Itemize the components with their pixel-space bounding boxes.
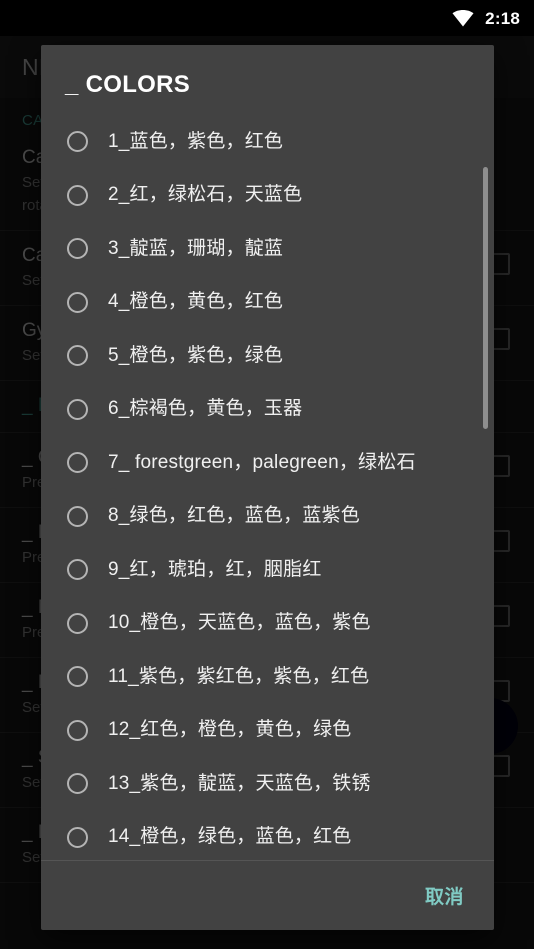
radio-button-icon[interactable]: [67, 238, 88, 260]
dialog-option-label: 14_橙色，绿色，蓝色，红色: [108, 826, 352, 848]
dialog-option-label: 6_棕褐色，黄色，玉器: [108, 398, 303, 420]
wifi-icon: [452, 9, 474, 26]
dialog-option-row[interactable]: 6_棕褐色，黄色，玉器: [41, 383, 494, 437]
dialog-option-row[interactable]: 10_橙色，天蓝色，蓝色，紫色: [41, 597, 494, 651]
dialog-option-row[interactable]: 11_紫色，紫红色，紫色，红色: [41, 650, 494, 704]
dialog-action-bar: 取消: [41, 861, 494, 930]
scrollbar-track[interactable]: [483, 115, 491, 860]
radio-button-icon[interactable]: [67, 666, 88, 688]
dialog-option-label: 10_橙色，天蓝色，蓝色，紫色: [108, 612, 371, 634]
dialog-option-row[interactable]: 1_蓝色，紫色，红色: [41, 115, 494, 169]
dialog-option-label: 3_靛蓝，珊瑚，靛蓝: [108, 237, 284, 259]
dialog-option-row[interactable]: 13_紫色，靛蓝，天蓝色，铁锈: [41, 757, 494, 811]
radio-button-icon[interactable]: [67, 719, 88, 741]
dialog-option-row[interactable]: 3_靛蓝，珊瑚，靛蓝: [41, 222, 494, 276]
dialog-option-row[interactable]: 14_橙色，绿色，蓝色，红色: [41, 811, 494, 861]
dialog-option-row[interactable]: 9_红，琥珀，红，胭脂红: [41, 543, 494, 597]
dialog-option-label: 2_红，绿松石，天蓝色: [108, 184, 303, 206]
radio-button-icon[interactable]: [67, 559, 88, 581]
dialog-option-row[interactable]: 2_红，绿松石，天蓝色: [41, 169, 494, 223]
radio-button-icon[interactable]: [67, 184, 88, 206]
dialog-option-row[interactable]: 7_ forestgreen，palegreen，绿松石: [41, 436, 494, 490]
radio-button-icon[interactable]: [67, 773, 88, 795]
dialog-option-label: 4_橙色，黄色，红色: [108, 291, 284, 313]
dialog-options-list: 1_蓝色，紫色，红色 2_红，绿松石，天蓝色 3_靛蓝，珊瑚，靛蓝 4_橙色，黄色，红…: [41, 115, 494, 860]
scrollbar-thumb[interactable]: [483, 167, 488, 429]
dialog-option-label: 7_ forestgreen，palegreen，绿松石: [108, 451, 416, 473]
dialog-option-label: 1_蓝色，紫色，红色: [108, 130, 284, 152]
radio-button-icon[interactable]: [67, 452, 88, 474]
radio-button-icon[interactable]: [67, 612, 88, 634]
dialog-option-row[interactable]: 5_橙色，紫色，绿色: [41, 329, 494, 383]
dialog-options-scroll-area[interactable]: 1_蓝色，紫色，红色 2_红，绿松石，天蓝色 3_靛蓝，珊瑚，靛蓝 4_橙色，黄色，红…: [41, 115, 494, 860]
dialog-option-row[interactable]: 4_橙色，黄色，红色: [41, 276, 494, 330]
device-screen: NE CA Ca Set rota Ca Set Gy Set _ N _ O Pre _ B Pre _…: [0, 0, 534, 949]
radio-button-icon[interactable]: [67, 345, 88, 367]
dialog-option-label: 8_绿色，红色，蓝色，蓝紫色: [108, 505, 360, 527]
dialog-option-label: 12_红色，橙色，黄色，绿色: [108, 719, 352, 741]
dialog-option-row[interactable]: 8_绿色，红色，蓝色，蓝紫色: [41, 490, 494, 544]
cancel-button[interactable]: 取消: [419, 874, 470, 917]
dialog-option-label: 11_紫色，紫红色，紫色，红色: [108, 665, 370, 687]
radio-button-icon[interactable]: [67, 398, 88, 420]
status-bar: 2:18: [0, 0, 534, 36]
radio-button-icon[interactable]: [67, 826, 88, 848]
dialog-option-label: 13_紫色，靛蓝，天蓝色，铁锈: [108, 772, 371, 794]
radio-button-icon[interactable]: [67, 505, 88, 527]
radio-button-icon[interactable]: [67, 131, 88, 153]
radio-button-icon[interactable]: [67, 291, 88, 313]
dialog-option-label: 9_红，琥珀，红，胭脂红: [108, 558, 322, 580]
dialog-option-row[interactable]: 12_红色，橙色，黄色，绿色: [41, 704, 494, 758]
status-bar-clock: 2:18: [485, 8, 520, 28]
dialog-title: _ COLORS: [65, 71, 191, 98]
dialog-option-label: 5_橙色，紫色，绿色: [108, 344, 284, 366]
colors-selection-dialog: _ COLORS 1_蓝色，紫色，红色 2_红，绿松石，天蓝色 3_靛蓝，珊瑚，靛蓝…: [41, 45, 494, 930]
